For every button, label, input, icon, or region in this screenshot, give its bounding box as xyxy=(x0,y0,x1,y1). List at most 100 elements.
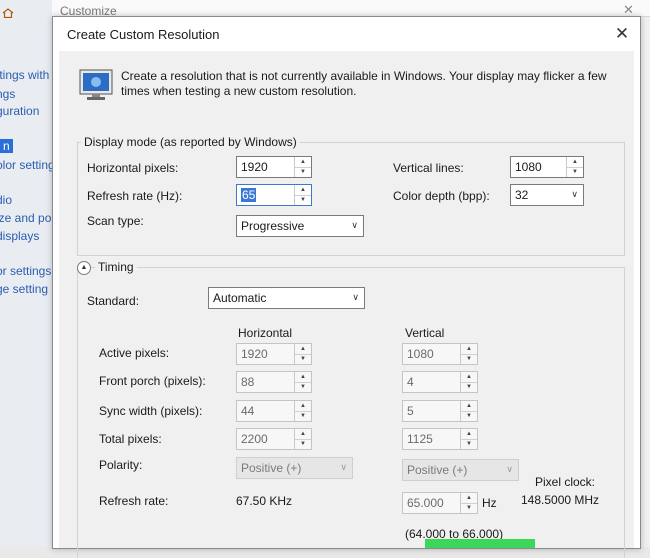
hz-unit-label: Hz xyxy=(482,496,497,510)
chevron-down-icon[interactable]: ▼ xyxy=(461,503,477,513)
sync-width-label: Sync width (pixels): xyxy=(99,404,203,418)
vertical-lines-value: 1080 xyxy=(515,160,542,174)
polarity-h-select[interactable]: Positive (+) ∨ xyxy=(236,457,353,479)
chevron-down-icon[interactable]: ▼ xyxy=(461,354,477,364)
dialog-body: Create a resolution that is not currentl… xyxy=(59,51,634,558)
left-nav-item-selected[interactable]: n xyxy=(0,139,13,153)
chevron-down-icon: ∨ xyxy=(506,464,513,474)
stepper-buttons[interactable]: ▲ ▼ xyxy=(294,157,311,177)
active-pixels-v-value: 1080 xyxy=(407,347,434,361)
color-depth-label: Color depth (bpp): xyxy=(393,189,490,203)
stepper-buttons[interactable]: ▲ ▼ xyxy=(294,401,311,421)
total-pixels-label: Total pixels: xyxy=(99,432,162,446)
chevron-down-icon[interactable]: ▼ xyxy=(461,439,477,449)
scan-type-value: Progressive xyxy=(241,219,305,233)
create-custom-resolution-dialog: Create Custom Resolution ✕ Create a reso… xyxy=(52,16,641,558)
active-pixels-label: Active pixels: xyxy=(99,346,170,360)
horizontal-pixels-label: Horizontal pixels: xyxy=(87,161,179,175)
left-nav-item[interactable]: dio xyxy=(0,193,12,207)
chevron-down-icon[interactable]: ▼ xyxy=(295,354,311,364)
left-nav-item[interactable]: or settings xyxy=(0,264,51,278)
chevron-down-icon: ∨ xyxy=(571,189,578,199)
stepper-buttons[interactable]: ▲ ▼ xyxy=(460,344,477,364)
chevron-down-icon[interactable]: ▼ xyxy=(295,411,311,421)
sync-width-v-stepper[interactable]: 5 ▲ ▼ xyxy=(402,400,478,422)
stepper-buttons[interactable]: ▲ ▼ xyxy=(294,185,311,205)
left-nav-item[interactable]: ttings with xyxy=(0,68,49,82)
refresh-rate-stepper[interactable]: 65 ▲ ▼ xyxy=(236,184,312,206)
standard-label: Standard: xyxy=(87,294,140,308)
active-pixels-v-stepper[interactable]: 1080 ▲ ▼ xyxy=(402,343,478,365)
active-pixels-h-value: 1920 xyxy=(241,347,268,361)
vertical-refresh-value: 65.000 xyxy=(407,496,444,510)
vertical-lines-stepper[interactable]: 1080 ▲ ▼ xyxy=(510,156,584,178)
active-pixels-h-stepper[interactable]: 1920 ▲ ▼ xyxy=(236,343,312,365)
vertical-lines-label: Vertical lines: xyxy=(393,161,464,175)
display-mode-group-label: Display mode (as reported by Windows) xyxy=(81,135,300,149)
horizontal-header: Horizontal xyxy=(238,326,293,340)
total-pixels-h-value: 2200 xyxy=(241,432,268,446)
monitor-icon xyxy=(79,69,113,100)
stepper-buttons[interactable]: ▲ ▼ xyxy=(460,372,477,392)
polarity-h-value: Positive (+) xyxy=(241,461,302,475)
horizontal-pixels-stepper[interactable]: 1920 ▲ ▼ xyxy=(236,156,312,178)
stepper-buttons[interactable]: ▲ ▼ xyxy=(294,372,311,392)
front-porch-label: Front porch (pixels): xyxy=(99,374,206,388)
left-nav-panel: ttings with ngs guration n olor setting … xyxy=(0,0,52,547)
color-depth-value: 32 xyxy=(515,188,529,202)
chevron-down-icon[interactable]: ▼ xyxy=(295,167,311,177)
refresh-rate-value[interactable]: 65 xyxy=(241,188,257,202)
stepper-buttons[interactable]: ▲ ▼ xyxy=(294,344,311,364)
polarity-label: Polarity: xyxy=(99,458,143,472)
left-nav-item[interactable]: guration xyxy=(0,104,39,118)
polarity-v-value: Positive (+) xyxy=(407,463,468,477)
polarity-v-select[interactable]: Positive (+) ∨ xyxy=(402,459,519,481)
stepper-buttons[interactable]: ▲ ▼ xyxy=(294,429,311,449)
total-pixels-h-stepper[interactable]: 2200 ▲ ▼ xyxy=(236,428,312,450)
front-porch-v-stepper[interactable]: 4 ▲ ▼ xyxy=(402,371,478,393)
customize-titlebar xyxy=(52,0,650,17)
timing-label: Timing xyxy=(95,260,137,274)
timing-refresh-rate-label: Refresh rate: xyxy=(99,494,169,508)
stepper-buttons[interactable]: ▲ ▼ xyxy=(460,429,477,449)
home-icon[interactable] xyxy=(2,8,14,18)
chevron-down-icon[interactable]: ▼ xyxy=(567,167,583,177)
standard-value: Automatic xyxy=(213,291,267,305)
chevron-down-icon[interactable]: ▼ xyxy=(295,195,311,205)
pixel-clock-value: 148.5000 MHz xyxy=(521,493,600,507)
left-nav-item[interactable]: olor setting xyxy=(0,158,52,172)
chevron-down-icon[interactable]: ▼ xyxy=(461,382,477,392)
scan-type-select[interactable]: Progressive ∨ xyxy=(236,215,364,237)
dialog-titlebar: Create Custom Resolution ✕ xyxy=(53,17,640,51)
scan-type-label: Scan type: xyxy=(87,214,144,228)
stepper-buttons[interactable]: ▲ ▼ xyxy=(460,401,477,421)
dialog-close-button[interactable]: ✕ xyxy=(613,25,631,43)
chevron-down-icon[interactable]: ▼ xyxy=(461,411,477,421)
chevron-down-icon: ∨ xyxy=(352,292,359,302)
left-nav-item[interactable]: ngs xyxy=(0,87,15,101)
timing-collapse-toggle[interactable]: ▲ xyxy=(77,261,91,275)
chevron-down-icon: ∨ xyxy=(351,220,358,230)
horizontal-refresh-value: 67.50 KHz xyxy=(236,494,293,508)
dialog-title: Create Custom Resolution xyxy=(67,27,220,42)
intro-text: Create a resolution that is not currentl… xyxy=(121,69,607,98)
standard-select[interactable]: Automatic ∨ xyxy=(208,287,365,309)
sync-width-h-stepper[interactable]: 44 ▲ ▼ xyxy=(236,400,312,422)
vertical-header: Vertical xyxy=(405,326,445,340)
left-nav-item[interactable]: displays xyxy=(0,229,39,243)
left-nav-item[interactable]: ge setting xyxy=(0,282,48,296)
sync-width-h-value: 44 xyxy=(241,404,255,418)
chevron-down-icon[interactable]: ▼ xyxy=(295,382,311,392)
total-pixels-v-value: 1125 xyxy=(407,432,433,446)
horizontal-pixels-value: 1920 xyxy=(241,160,268,174)
front-porch-v-value: 4 xyxy=(407,375,414,389)
left-nav-item[interactable]: ize and po xyxy=(0,211,51,225)
front-porch-h-stepper[interactable]: 88 ▲ ▼ xyxy=(236,371,312,393)
stepper-buttons[interactable]: ▲ ▼ xyxy=(566,157,583,177)
total-pixels-v-stepper[interactable]: 1125 ▲ ▼ xyxy=(402,428,478,450)
vertical-refresh-stepper[interactable]: 65.000 ▲ ▼ xyxy=(402,492,478,514)
sync-width-v-value: 5 xyxy=(407,404,414,418)
color-depth-select[interactable]: 32 ∨ xyxy=(510,184,584,206)
stepper-buttons[interactable]: ▲ ▼ xyxy=(460,493,477,513)
chevron-down-icon[interactable]: ▼ xyxy=(295,439,311,449)
